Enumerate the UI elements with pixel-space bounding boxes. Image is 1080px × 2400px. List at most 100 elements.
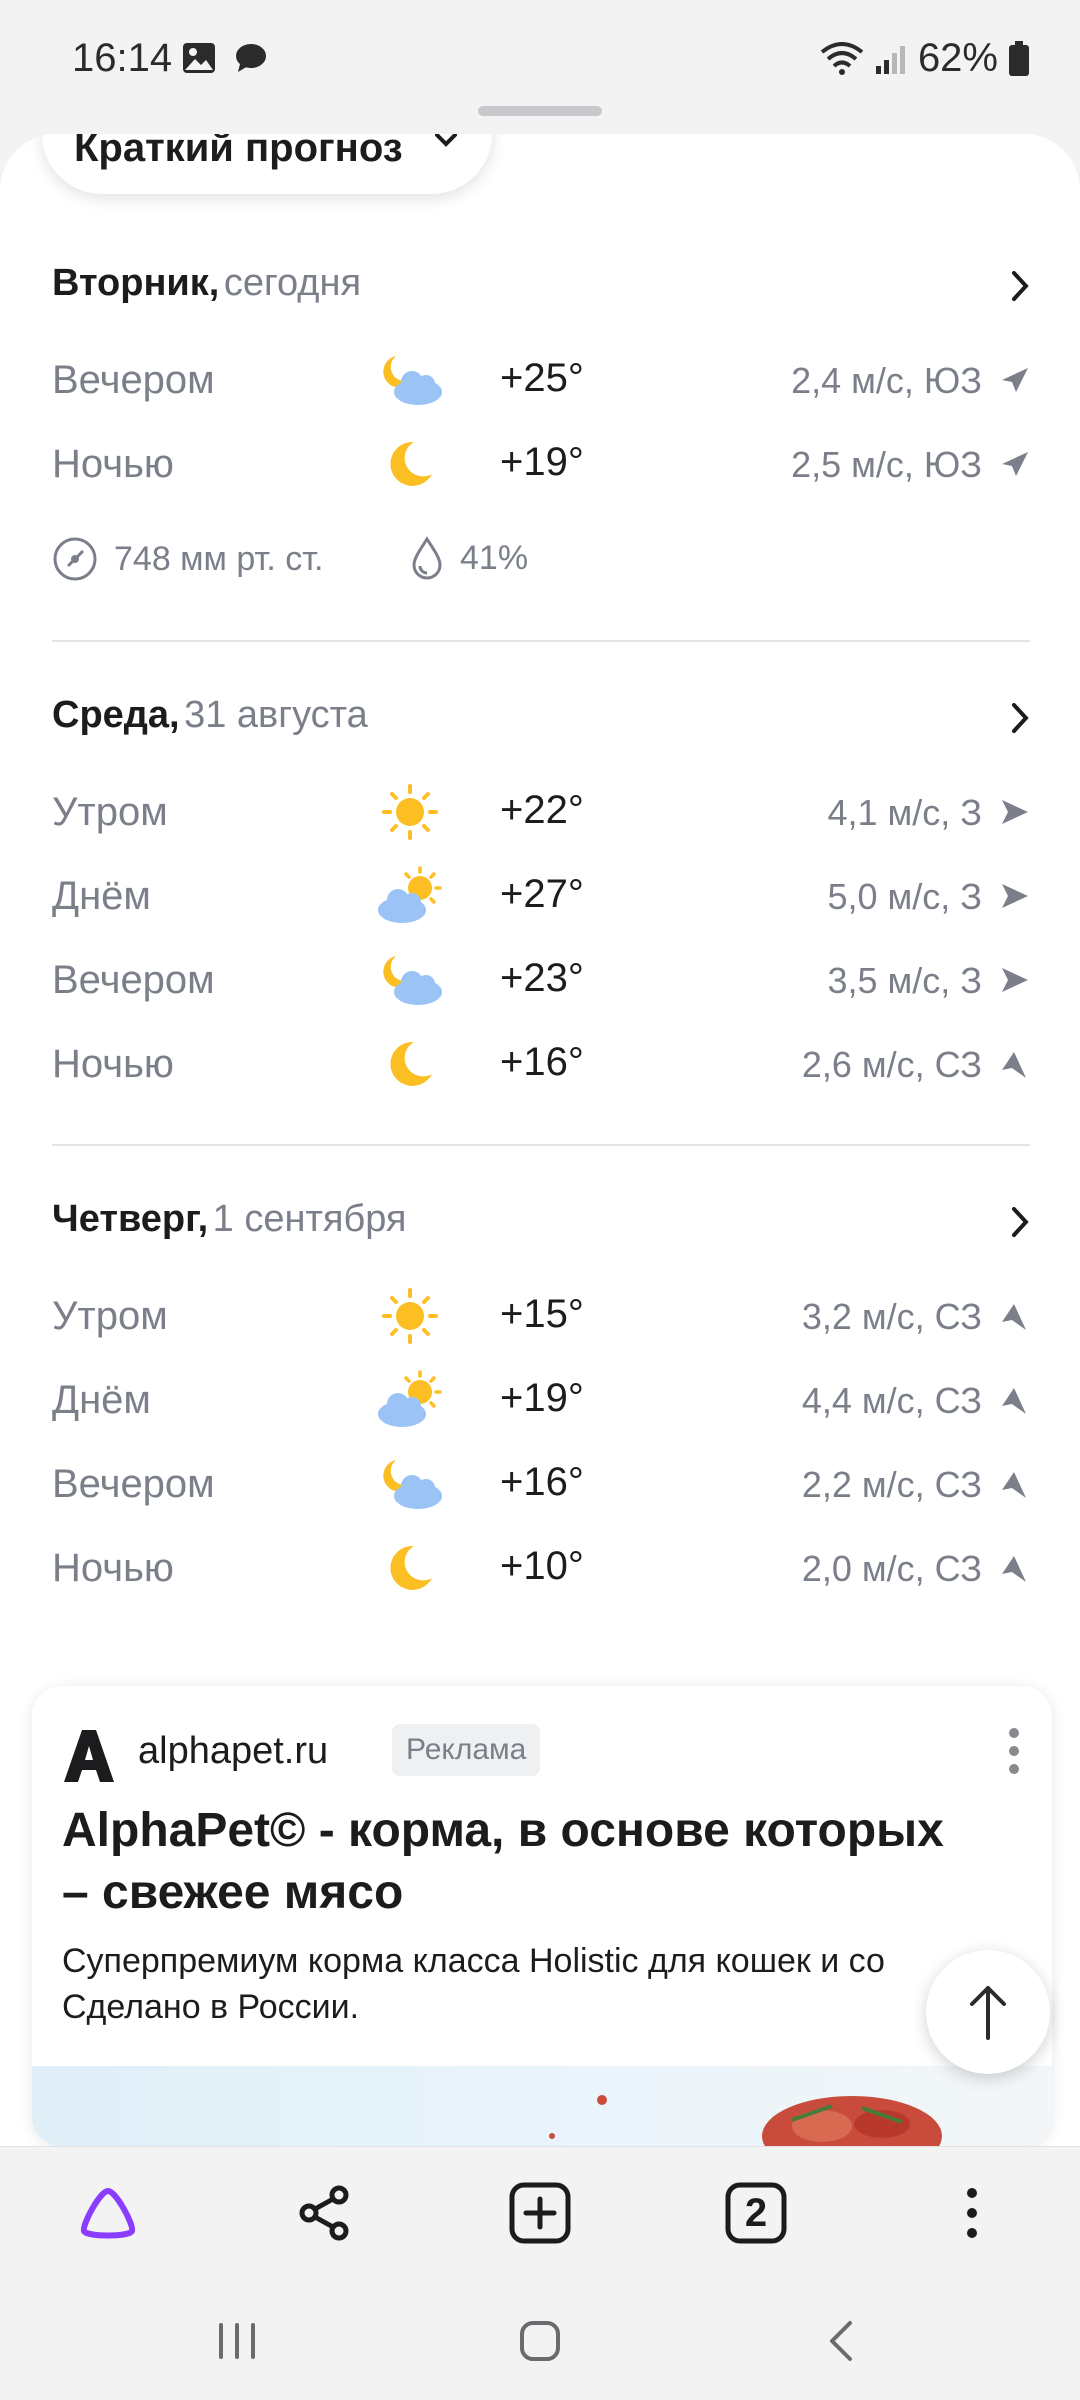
ad-description-line: Сделано в России. — [62, 1988, 360, 2026]
recents-icon — [219, 2323, 255, 2359]
chevron-right-icon — [1012, 703, 1029, 733]
wind-direction-icon — [1002, 452, 1028, 476]
period-temp: +27° — [500, 872, 584, 916]
period-temp: +19° — [500, 1376, 584, 1420]
wind-direction-icon — [1002, 368, 1028, 392]
ad-badge: Реклама — [392, 1724, 541, 1776]
moon-icon — [390, 1545, 432, 1590]
period-temp: +16° — [500, 1460, 584, 1504]
humidity-value: 41% — [460, 538, 529, 577]
share-icon — [299, 2185, 349, 2241]
period-row: Вечером +16° 2,2 м/с, СЗ — [52, 1444, 1030, 1528]
sun-icon — [382, 1288, 438, 1344]
period-row: Ночью +10° 2,0 м/с, СЗ — [52, 1528, 1030, 1612]
period-wind: 2,5 м/с, ЮЗ — [791, 444, 982, 485]
alice-icon — [80, 2188, 136, 2239]
day-header[interactable]: Среда, 31 августа — [52, 694, 1030, 754]
day-name: Вторник, — [52, 262, 220, 304]
status-time: 16:14 — [72, 36, 173, 80]
moon-icon — [390, 1041, 432, 1086]
period-row: Вечером +25° 2,4 м/с, ЮЗ — [52, 340, 1030, 424]
battery-icon — [1009, 40, 1029, 76]
period-temp: +25° — [500, 356, 584, 400]
wind-direction-icon — [1002, 1556, 1026, 1582]
recents-button[interactable] — [202, 2306, 272, 2376]
period-label: Ночью — [52, 442, 174, 486]
period-wind: 4,1 м/с, З — [827, 792, 982, 833]
back-button[interactable] — [806, 2306, 876, 2376]
browser-toolbar: 2 — [0, 2146, 1080, 2276]
more-vertical-icon[interactable] — [1004, 1726, 1024, 1776]
wind-direction-icon — [1002, 1388, 1026, 1414]
wind-direction-icon — [1002, 1052, 1026, 1078]
tabs-button[interactable]: 2 — [716, 2173, 796, 2253]
ad-domain[interactable]: alphapet.ru — [138, 1730, 328, 1773]
period-wind: 4,4 м/с, СЗ — [801, 1380, 982, 1421]
day-date: 1 сентября — [212, 1198, 407, 1240]
period-temp: +10° — [500, 1544, 584, 1588]
wifi-icon — [820, 41, 864, 75]
alphapet-logo — [64, 1730, 114, 1782]
period-label: Днём — [52, 874, 151, 918]
day-name: Четверг, — [52, 1198, 209, 1240]
sheet-handle[interactable] — [478, 106, 602, 116]
scroll-to-top-button[interactable] — [926, 1950, 1050, 2074]
system-nav-bar — [0, 2276, 1080, 2400]
day-header[interactable]: Четверг, 1 сентября — [52, 1198, 1030, 1258]
forecast-sheet: Краткий прогноз Вторник, сегодня Вечером… — [0, 134, 1080, 2146]
period-row: Днём +19° 4,4 м/с, СЗ — [52, 1360, 1030, 1444]
forecast-mode-dropdown[interactable]: Краткий прогноз — [42, 134, 492, 194]
day-section-tuesday: Вторник, сегодня Вечером +25° 2,4 м/с, Ю… — [52, 262, 1030, 594]
period-label: Днём — [52, 1378, 151, 1422]
alice-button[interactable] — [68, 2173, 148, 2253]
day-date: сегодня — [223, 262, 362, 304]
chevron-right-icon — [1012, 1207, 1029, 1237]
day-section-wednesday: Среда, 31 августа Утром +22° 4,1 м/с, З … — [52, 694, 1030, 1108]
ad-title[interactable]: AlphaPet© - корма, в основе которых – св… — [62, 1800, 982, 1924]
period-label: Ночью — [52, 1042, 174, 1086]
period-label: Ночью — [52, 1546, 174, 1590]
ad-image[interactable] — [32, 2066, 1052, 2146]
status-right: 62% — [820, 36, 1030, 81]
period-temp: +23° — [500, 956, 584, 1000]
period-wind: 2,4 м/с, ЮЗ — [791, 360, 982, 401]
day-header[interactable]: Вторник, сегодня — [52, 262, 1030, 322]
period-row: Утром +22° 4,1 м/с, З — [52, 772, 1030, 856]
period-label: Утром — [52, 790, 168, 834]
period-row: Вечером +23° 3,5 м/с, З — [52, 940, 1030, 1024]
night-cloudy-icon — [383, 956, 442, 1005]
ad-description-line: Суперпремиум корма класса Holistic для к… — [62, 1942, 885, 1980]
message-icon — [236, 44, 266, 72]
status-bar: 16:14 62% — [0, 0, 1080, 120]
divider — [52, 1144, 1030, 1146]
home-button[interactable] — [505, 2306, 575, 2376]
period-row: Утром +15° 3,2 м/с, СЗ — [52, 1276, 1030, 1360]
day-section-thursday: Четверг, 1 сентября Утром +15° 3,2 м/с, … — [52, 1198, 1030, 1612]
day-extras: 748 мм рт. ст. 41% — [52, 524, 1030, 594]
period-label: Вечером — [52, 358, 215, 402]
more-icon — [967, 2188, 977, 2238]
day-date: 31 августа — [184, 694, 368, 736]
arrow-up-icon — [970, 1986, 1006, 2040]
period-row: Днём +27° 5,0 м/с, З — [52, 856, 1030, 940]
pressure-value: 748 мм рт. ст. — [114, 539, 324, 578]
wind-direction-icon — [1002, 1304, 1026, 1330]
share-button[interactable] — [284, 2173, 364, 2253]
sun-cloud-icon — [378, 866, 442, 923]
signal-icon — [875, 45, 905, 74]
sun-cloud-icon — [378, 1370, 442, 1427]
more-button[interactable] — [932, 2173, 1012, 2253]
ad-card[interactable]: alphapet.ru Реклама AlphaPet© - корма, в… — [32, 1686, 1052, 2146]
new-tab-icon — [509, 2182, 571, 2244]
moon-icon — [390, 441, 432, 486]
pressure-gauge-icon — [53, 537, 97, 581]
pressure: 748 мм рт. ст. — [52, 536, 323, 582]
battery-percent: 62% — [917, 36, 998, 80]
new-tab-button[interactable] — [500, 2173, 580, 2253]
period-label: Утром — [52, 1294, 168, 1338]
period-wind: 3,2 м/с, СЗ — [801, 1296, 982, 1337]
back-icon — [830, 2321, 852, 2361]
divider — [52, 640, 1030, 642]
period-temp: +16° — [500, 1040, 584, 1084]
wind-direction-icon — [1002, 968, 1028, 992]
